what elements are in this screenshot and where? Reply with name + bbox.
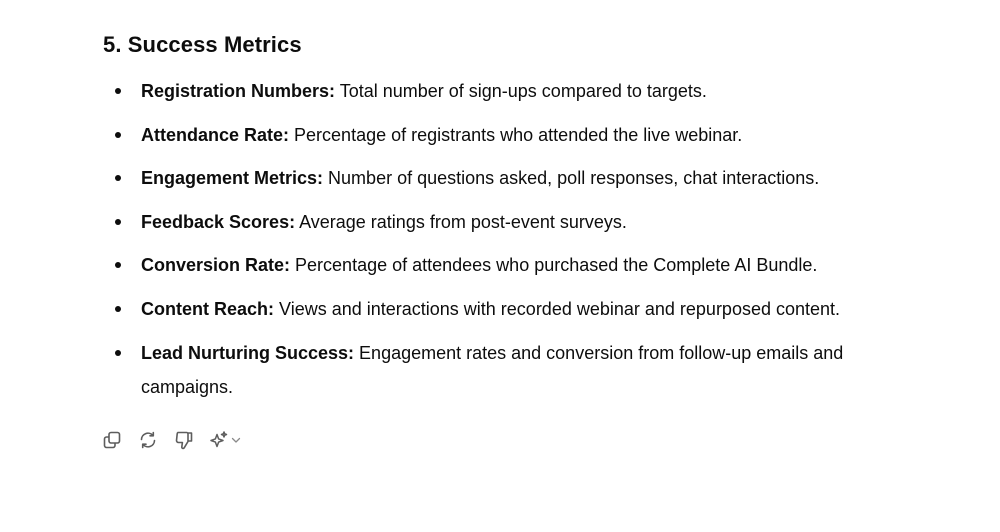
list-item: Conversion Rate: Percentage of attendees… (103, 248, 923, 282)
section-heading: 5. Success Metrics (103, 32, 302, 57)
model-switch-button[interactable] (209, 430, 242, 450)
message-content: 5. Success Metrics Registration Numbers:… (103, 28, 923, 413)
copy-icon (103, 431, 121, 449)
metric-description: Average ratings from post-event surveys. (295, 211, 627, 232)
regenerate-button[interactable] (137, 429, 159, 451)
metric-name: Feedback Scores: (141, 211, 296, 232)
thumbs-down-icon (175, 431, 193, 450)
message-actions (101, 429, 242, 451)
metric-name: Engagement Metrics: (141, 168, 324, 189)
list-item: Lead Nurturing Success: Engagement rates… (103, 336, 923, 404)
metrics-list: Registration Numbers: Total number of si… (103, 74, 923, 404)
metric-description: Percentage of registrants who attended t… (289, 124, 743, 145)
metric-description: Total number of sign-ups compared to tar… (335, 81, 707, 101)
metric-name: Content Reach: (141, 298, 275, 319)
metric-name: Registration Numbers: (141, 81, 336, 101)
metric-name: Attendance Rate: (141, 124, 290, 145)
metric-description: Percentage of attendees who purchased th… (290, 255, 818, 276)
list-item: Feedback Scores: Average ratings from po… (103, 205, 923, 239)
metric-description: Number of questions asked, poll response… (323, 168, 820, 189)
metric-name: Lead Nurturing Success: (141, 342, 355, 363)
thumbs-down-button[interactable] (173, 429, 195, 451)
list-item: Engagement Metrics: Number of questions … (103, 161, 923, 195)
regenerate-icon (140, 431, 156, 449)
list-item: Content Reach: Views and interactions wi… (103, 292, 923, 326)
list-item: Registration Numbers: Total number of si… (103, 74, 923, 108)
sparkle-icon (210, 431, 228, 448)
copy-button[interactable] (101, 429, 123, 451)
list-item: Attendance Rate: Percentage of registran… (103, 118, 923, 152)
metric-name: Conversion Rate: (141, 255, 291, 276)
chevron-down-icon (231, 437, 241, 443)
metric-description: Views and interactions with recorded web… (274, 298, 841, 319)
